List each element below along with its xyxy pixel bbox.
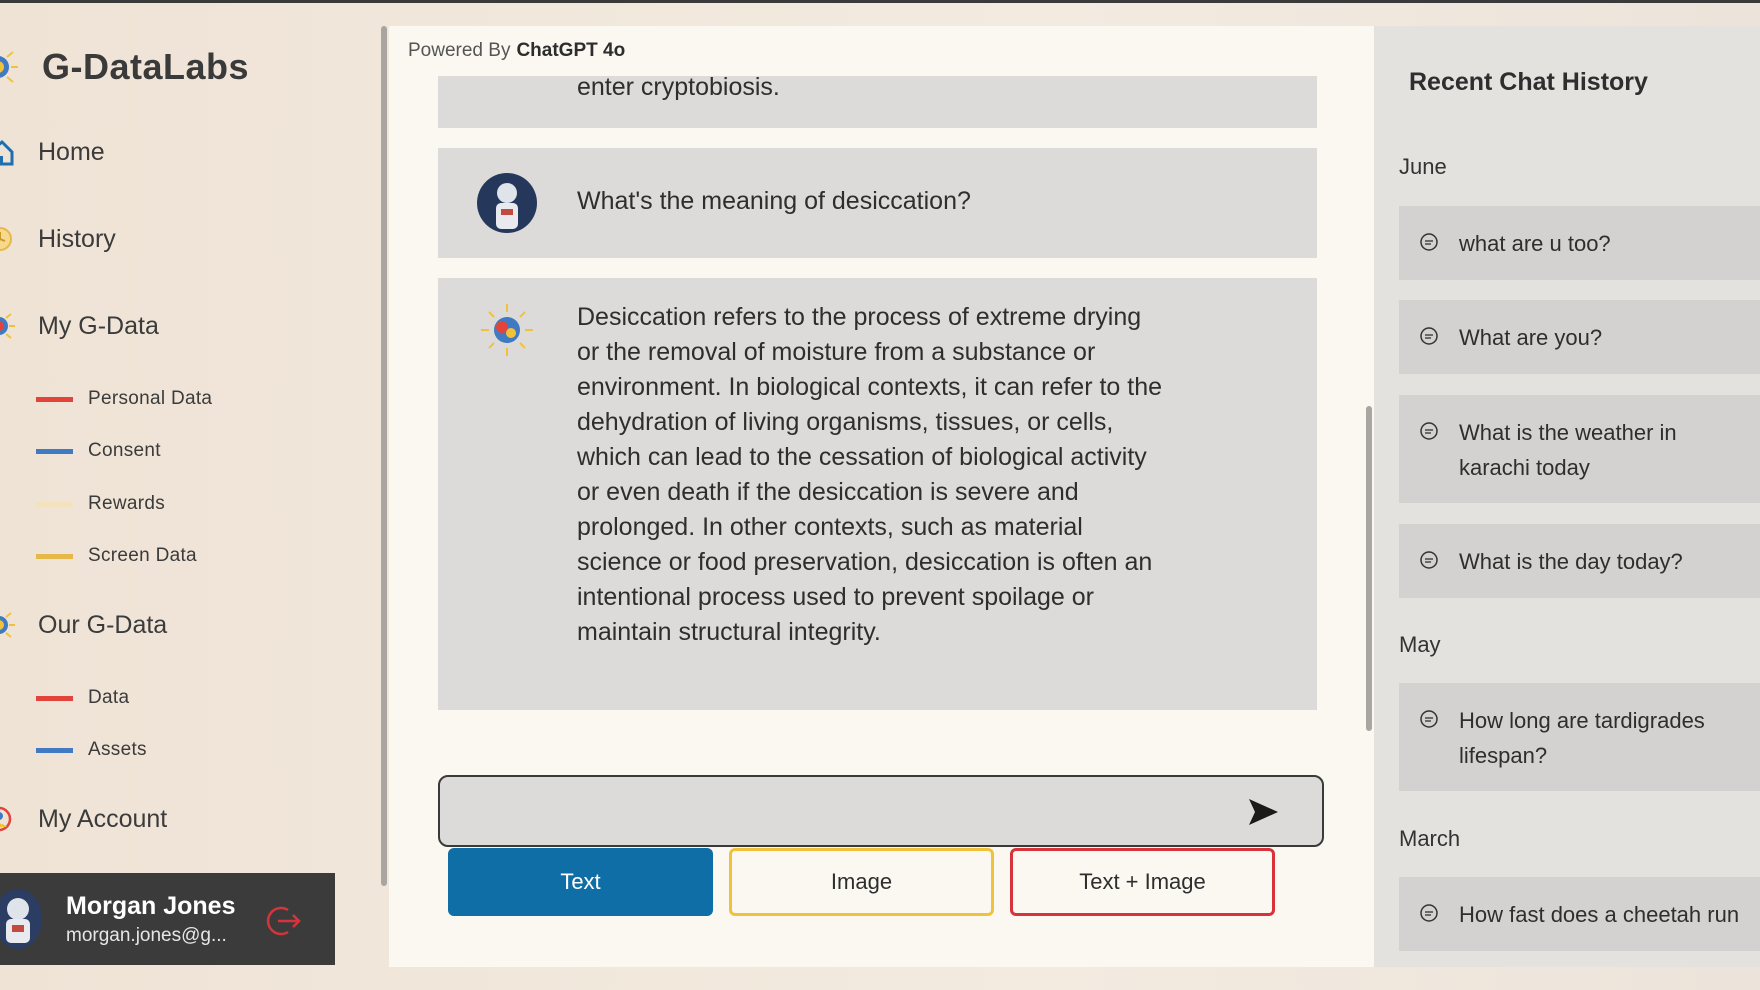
color-bar: [36, 396, 73, 402]
history-item-label: How fast does a cheetah run: [1459, 902, 1740, 927]
logout-icon[interactable]: [266, 903, 304, 939]
chat-bubble-icon: [1420, 422, 1438, 440]
sub-assets-label: Assets: [88, 739, 147, 760]
history-item[interactable]: What is the weather in karachi today: [1399, 395, 1760, 503]
history-item-label: How long are tardigrades lifespan?: [1459, 708, 1705, 768]
history-item[interactable]: What are you?: [1399, 300, 1760, 374]
sub-rewards[interactable]: Rewards: [36, 489, 165, 519]
sub-screen-data-label: Screen Data: [88, 545, 197, 566]
nav-my-account[interactable]: My Account: [0, 799, 167, 839]
chat-bubble-icon: [1420, 233, 1438, 251]
mode-text-image-button[interactable]: Text + Image: [1010, 848, 1275, 916]
gdata-brain-icon: [0, 612, 15, 638]
history-item-label: What is the weather in karachi today: [1459, 420, 1677, 480]
nav-our-gdata-label: Our G-Data: [38, 610, 168, 639]
nav-history-label: History: [38, 224, 116, 253]
chat-bubble-icon: [1420, 904, 1438, 922]
color-bar: [36, 501, 73, 507]
chat-bubble-icon: [1420, 327, 1438, 345]
chat-input-box[interactable]: [438, 775, 1324, 847]
sub-assets[interactable]: Assets: [36, 735, 147, 765]
home-icon: [0, 139, 14, 166]
powered-by: Powered By ChatGPT 4o: [408, 40, 625, 62]
chat-message-assistant: enter cryptobiosis.: [438, 73, 1317, 128]
mode-image-button[interactable]: Image: [729, 848, 994, 916]
color-bar: [36, 448, 73, 454]
nav-home-label: Home: [38, 137, 105, 166]
brand[interactable]: G-DataLabs: [0, 42, 249, 92]
chat-panel: Powered By ChatGPT 4o enter cryptobiosis.…: [389, 26, 1374, 967]
sub-data[interactable]: Data: [36, 683, 129, 713]
history-month: May: [1399, 632, 1441, 657]
nav-my-gdata[interactable]: My G-Data: [0, 306, 159, 346]
chat-message-assistant: Desiccation refers to the process of ext…: [438, 278, 1317, 710]
history-item-label: What are you?: [1459, 325, 1603, 350]
nav-my-account-label: My Account: [38, 804, 168, 833]
nav-home[interactable]: Home: [0, 132, 105, 172]
chat-bubble-icon: [1420, 710, 1438, 728]
history-item[interactable]: How long are tardigrades lifespan?: [1399, 683, 1760, 791]
avatar: [0, 889, 42, 949]
sub-data-label: Data: [88, 687, 130, 708]
sub-personal-data[interactable]: Personal Data: [36, 384, 212, 414]
message-text: enter cryptobiosis.: [577, 73, 780, 101]
message-text: Desiccation refers to the process of ext…: [577, 303, 1163, 646]
sub-screen-data[interactable]: Screen Data: [36, 541, 197, 571]
history-icon: [0, 227, 12, 251]
sub-consent-label: Consent: [88, 440, 161, 461]
history-item[interactable]: How fast does a cheetah run: [1399, 877, 1760, 951]
chat-scrollbar[interactable]: [1366, 406, 1372, 731]
history-item[interactable]: What is the day today?: [1399, 524, 1760, 598]
history-item[interactable]: what are u too?: [1399, 206, 1760, 280]
history-month: March: [1399, 826, 1461, 851]
user-email: morgan.jones@g...: [66, 924, 227, 946]
color-bar: [36, 695, 73, 701]
nav-my-gdata-label: My G-Data: [38, 311, 159, 340]
user-name: Morgan Jones: [66, 891, 236, 920]
history-item-label: What is the day today?: [1459, 549, 1683, 574]
brand-logo-icon: [0, 51, 18, 83]
history-title: Recent Chat History: [1409, 68, 1648, 96]
powered-by-model: ChatGPT 4o: [516, 40, 626, 61]
message-text: What's the meaning of desiccation?: [577, 187, 971, 215]
sidebar-scrollbar[interactable]: [381, 26, 387, 886]
brand-name: G-DataLabs: [42, 46, 250, 87]
history-panel: Recent Chat History June what are u too?…: [1374, 26, 1760, 967]
mode-text-button[interactable]: Text: [448, 848, 713, 916]
history-item-label: what are u too?: [1459, 231, 1611, 256]
gdata-brain-icon: [0, 313, 15, 339]
color-bar: [36, 747, 73, 753]
history-month: June: [1399, 154, 1447, 179]
chat-bubble-icon: [1420, 551, 1438, 569]
sub-personal-data-label: Personal Data: [88, 388, 213, 409]
user-avatar: [477, 173, 537, 233]
sub-rewards-label: Rewards: [88, 493, 166, 514]
assistant-logo-icon: [481, 304, 533, 356]
nav-history[interactable]: History: [0, 219, 116, 259]
sidebar: G-DataLabs Home History My G-Data Person…: [0, 0, 360, 990]
powered-by-label: Powered By: [408, 40, 511, 61]
color-bar: [36, 553, 73, 559]
sub-consent[interactable]: Consent: [36, 436, 161, 466]
chat-input[interactable]: [454, 787, 1234, 835]
account-icon: [0, 806, 12, 832]
send-icon[interactable]: [1246, 795, 1280, 829]
user-card: Morgan Jones morgan.jones@g...: [0, 873, 335, 965]
chat-message-user: What's the meaning of desiccation?: [438, 148, 1317, 258]
nav-our-gdata[interactable]: Our G-Data: [0, 605, 167, 645]
